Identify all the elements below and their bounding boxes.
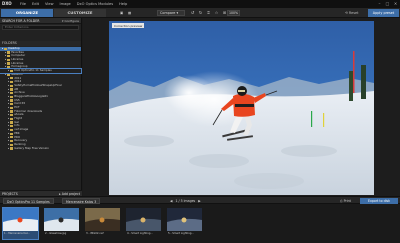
folder-icon <box>7 73 11 76</box>
folder-icon <box>10 136 14 139</box>
folder-icon <box>10 139 14 143</box>
filmstrip-thumbnail[interactable]: 4 - Smart Lighting... <box>126 208 161 239</box>
image-view-icon[interactable]: ▣ <box>120 10 123 16</box>
folder-label: Gallery Map Free Version <box>14 146 49 150</box>
menu-view[interactable]: View <box>45 0 54 8</box>
chevron-down-icon: ▾ <box>176 11 179 15</box>
filmstrip-thumbnail[interactable]: 2 - Glasshow.jpg <box>44 208 79 239</box>
folder-icon <box>7 66 11 69</box>
folder-icon <box>10 88 14 91</box>
folder-tree-item[interactable]: ▸ Gallery Map Free Version <box>0 147 81 151</box>
expand-arrow-icon[interactable]: ▸ <box>8 69 9 73</box>
reset-button[interactable]: ⟲ Reset <box>345 10 358 16</box>
crop-icon[interactable]: ⌗ <box>206 10 211 15</box>
folder-icon <box>7 62 11 65</box>
rotate-right-icon[interactable]: ↻ <box>198 10 203 15</box>
thumbnail-image <box>85 208 120 231</box>
folder-icon <box>10 99 14 102</box>
menu-bar: File Edit View Image DxO Optics Modules … <box>20 0 127 8</box>
folder-search-header: SEARCH FOR A FOLDER ▾ Configure <box>0 18 81 24</box>
folder-tree: ▸ Desktop ▸ Favorites ▸ Computer ▸ Libraries ▸ Li… <box>0 46 82 151</box>
compare-select-value: Compare <box>160 11 176 15</box>
star-icon[interactable]: ☆ <box>214 10 219 15</box>
minimize-icon[interactable]: – <box>377 1 382 6</box>
folder-icon <box>10 147 14 150</box>
zoom-level[interactable]: 100% <box>227 10 240 16</box>
folder-icon <box>10 117 14 121</box>
folder-icon <box>10 121 14 124</box>
folder-icon <box>10 143 14 146</box>
folder-icon <box>7 51 11 54</box>
folder-icon <box>10 114 14 117</box>
expand-arrow-icon[interactable]: ▸ <box>2 47 3 51</box>
projects-title: PROJECTS <box>2 191 18 196</box>
menu-help[interactable]: Help <box>119 0 127 8</box>
expand-arrow-icon[interactable]: ▸ <box>8 147 9 151</box>
tab-organize[interactable]: ORGANIZE <box>1 9 53 17</box>
search-input[interactable]: Enter Criterions <box>2 25 79 30</box>
reset-label: Reset <box>348 11 359 15</box>
menu-file[interactable]: File <box>20 0 26 8</box>
thumbnail-image <box>44 208 79 231</box>
ski-photo <box>109 21 374 195</box>
add-project-button[interactable]: ▸ Add project <box>59 192 80 196</box>
thumbnail-caption: 4 - Smart Lighting... <box>127 232 153 235</box>
menu-edit[interactable]: Edit <box>32 0 39 8</box>
folder-icon <box>10 128 14 132</box>
correction-preview-label: Correction preview <box>112 23 145 28</box>
thumbnail-image <box>167 208 202 231</box>
thumbnail-image <box>3 208 38 231</box>
thumbnail-caption: 1 - Mercenaire Kal... <box>4 232 30 235</box>
configure-button[interactable]: ▾ Configure <box>62 19 79 23</box>
grid-view-icon[interactable]: ▦ <box>128 10 131 16</box>
menu-image[interactable]: Image <box>60 0 71 8</box>
folder-label: SafetyHomePhotos2ShapeUpFinal <box>14 83 62 87</box>
print-label: Print <box>343 199 351 203</box>
filmstrip-thumbnail[interactable]: 5 - Smart Lighting... <box>167 208 202 239</box>
folder-icon <box>10 69 14 73</box>
folder-icon <box>10 77 14 80</box>
folder-icon <box>4 47 8 50</box>
folder-icon <box>10 91 14 95</box>
menu-optics-modules[interactable]: DxO Optics Modules <box>77 0 113 8</box>
thumbnail-image <box>126 208 161 231</box>
apply-preset-button[interactable]: Apply preset <box>368 9 399 17</box>
filmstrip-thumbnail[interactable]: 1 - Mercenaire Kal... <box>2 207 39 240</box>
tab-customize[interactable]: CUSTOMIZE <box>54 9 106 17</box>
folder-icon <box>10 125 14 128</box>
maximize-icon[interactable]: □ <box>385 1 390 6</box>
toolbar: ORGANIZE CUSTOMIZE ▣ ▦ Compare ▾ ↺ ↻ ⌗ ☆… <box>0 8 400 18</box>
window-controls: – □ ✕ <box>377 1 398 6</box>
thumbnail-caption: 3 - IMG02.nef <box>86 232 104 235</box>
title-bar: DXO File Edit View Image DxO Optics Modu… <box>0 0 400 8</box>
folder-icon <box>7 55 11 58</box>
folder-icon <box>10 95 14 98</box>
folder-icon <box>10 106 14 109</box>
image-viewer: Correction preview <box>83 18 400 196</box>
view-tools: ↺ ↻ ⌗ ☆ ⊞ <box>190 10 227 15</box>
folder-icon <box>10 110 14 113</box>
expand-arrow-icon[interactable]: ▸ <box>5 65 6 69</box>
thumbnail-caption: 5 - Smart Lighting... <box>168 232 194 235</box>
folder-icon <box>7 58 11 62</box>
filmstrip-thumbnail[interactable]: 3 - IMG02.nef <box>85 208 120 239</box>
folder-icon <box>10 103 14 106</box>
compare-select[interactable]: Compare ▾ <box>157 10 185 16</box>
filmstrip: 1 - Mercenaire Kal... 2 - Glasshow.jpg 3 -… <box>0 204 400 243</box>
folder-icon <box>10 84 14 87</box>
app-logo: DXO <box>2 1 12 6</box>
folder-search-title: SEARCH FOR A FOLDER <box>2 18 40 23</box>
expand-arrow-icon[interactable]: ▸ <box>5 73 6 77</box>
info-bar: DxO OpticsPro 11 Samples Mercenaire Kalo… <box>0 196 400 204</box>
left-panel: SEARCH FOR A FOLDER ▾ Configure Enter Cr… <box>0 18 82 196</box>
folder-icon <box>10 80 14 84</box>
folder-icon <box>10 132 14 135</box>
thumbnail-caption: 2 - Glasshow.jpg <box>45 232 67 235</box>
rotate-left-icon[interactable]: ↺ <box>190 10 195 15</box>
preview-image[interactable]: Correction preview <box>109 21 374 195</box>
close-icon[interactable]: ✕ <box>393 1 398 6</box>
